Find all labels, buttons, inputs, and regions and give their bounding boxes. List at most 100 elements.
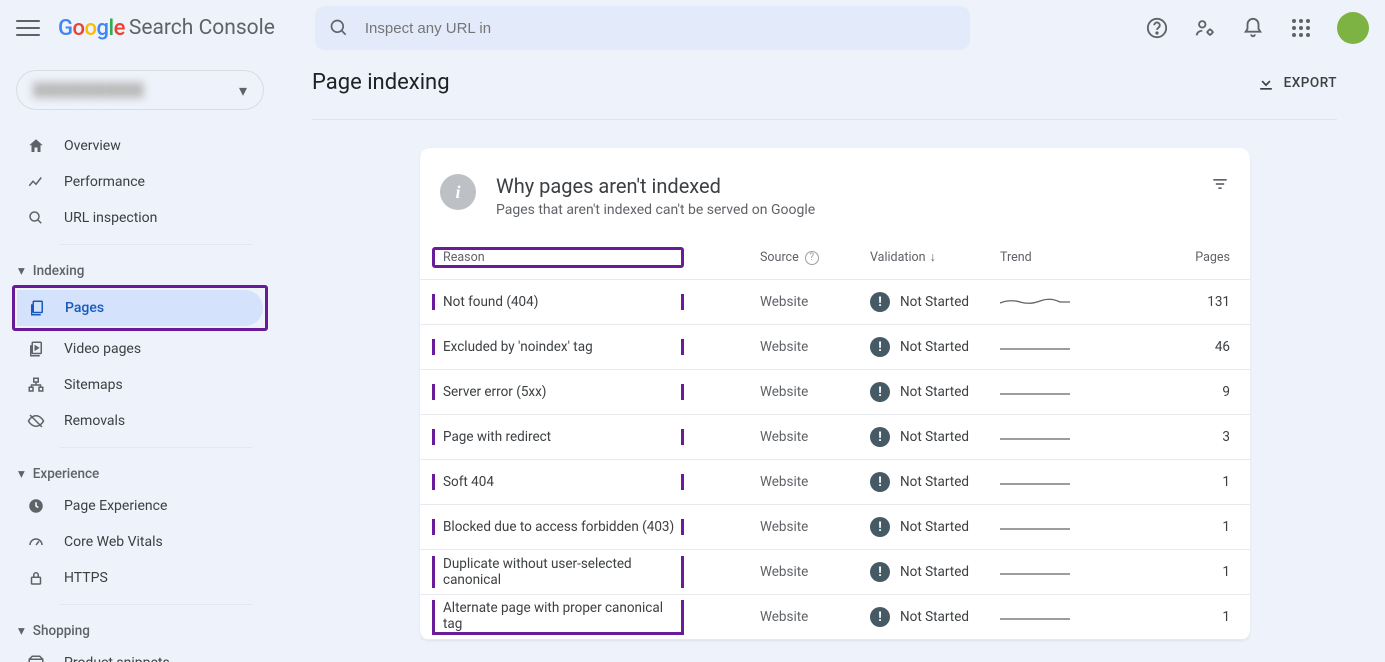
sitemaps-icon xyxy=(26,376,46,394)
users-settings-icon[interactable] xyxy=(1193,16,1217,40)
export-button[interactable]: EXPORT xyxy=(1256,73,1337,93)
url-inspect-searchbar[interactable] xyxy=(315,6,970,50)
validation-cell: ! Not Started xyxy=(870,292,1000,312)
chevron-down-icon: ▾ xyxy=(18,263,25,279)
source-text: Website xyxy=(760,519,870,535)
annotation-highlight: Pages xyxy=(12,285,268,331)
nav-sitemaps[interactable]: Sitemaps xyxy=(16,367,264,403)
validation-text: Not Started xyxy=(900,609,969,625)
pages-count: 1 xyxy=(1120,519,1230,535)
validation-text: Not Started xyxy=(900,384,969,400)
table-row[interactable]: Soft 404 Website ! Not Started 1 xyxy=(420,460,1250,505)
nav-product-snippets[interactable]: Product snippets xyxy=(16,645,264,662)
validation-cell: ! Not Started xyxy=(870,472,1000,492)
col-reason-label: Reason xyxy=(443,250,485,265)
nav-label: Page Experience xyxy=(64,498,167,514)
exclamation-icon: ! xyxy=(870,517,890,537)
nav-overview[interactable]: Overview xyxy=(16,128,264,164)
table-row[interactable]: Excluded by 'noindex' tag Website ! Not … xyxy=(420,325,1250,370)
section-label: Shopping xyxy=(33,623,90,639)
annotation-highlight: Not found (404) xyxy=(432,294,684,310)
validation-cell: ! Not Started xyxy=(870,517,1000,537)
table-row[interactable]: Alternate page with proper canonical tag… xyxy=(420,595,1250,640)
table-row[interactable]: Duplicate without user-selected canonica… xyxy=(420,550,1250,595)
nav-label: Sitemaps xyxy=(64,377,123,393)
chevron-down-icon: ▾ xyxy=(239,81,247,100)
source-text: Website xyxy=(760,339,870,355)
annotation-highlight: Reason xyxy=(432,247,684,268)
trend-icon xyxy=(26,173,46,191)
trend-sparkline xyxy=(1000,385,1120,399)
validation-cell: ! Not Started xyxy=(870,382,1000,402)
col-source-label: Source xyxy=(760,250,799,265)
pages-count: 131 xyxy=(1120,294,1230,310)
reason-text: Alternate page with proper canonical tag xyxy=(443,600,681,632)
nav-removals[interactable]: Removals xyxy=(16,403,264,439)
table-row[interactable]: Server error (5xx) Website ! Not Started… xyxy=(420,370,1250,415)
exclamation-icon: ! xyxy=(870,562,890,582)
pages-icon xyxy=(27,299,47,317)
export-label: EXPORT xyxy=(1284,75,1337,91)
menu-button[interactable] xyxy=(16,16,40,40)
col-validation-header[interactable]: Validation ↓ xyxy=(870,250,1000,265)
trend-sparkline xyxy=(1000,565,1120,579)
nav-label: Video pages xyxy=(64,341,141,357)
validation-cell: ! Not Started xyxy=(870,427,1000,447)
help-icon[interactable] xyxy=(1145,16,1169,40)
nav-section-experience[interactable]: ▾ Experience xyxy=(16,456,264,488)
trend-sparkline xyxy=(1000,610,1120,624)
nav-section-indexing[interactable]: ▾ Indexing xyxy=(16,253,264,285)
nav-core-web-vitals[interactable]: Core Web Vitals xyxy=(16,524,264,560)
info-icon: i xyxy=(440,174,476,210)
annotation-highlight: Duplicate without user-selected canonica… xyxy=(432,556,684,588)
download-icon xyxy=(1256,73,1276,93)
home-icon xyxy=(26,137,46,155)
nav-https[interactable]: HTTPS xyxy=(16,560,264,596)
table-row[interactable]: Blocked due to access forbidden (403) We… xyxy=(420,505,1250,550)
removals-icon xyxy=(26,412,46,430)
nav-page-experience[interactable]: Page Experience xyxy=(16,488,264,524)
col-trend-label: Trend xyxy=(1000,250,1032,265)
lock-icon xyxy=(26,569,46,587)
property-selector[interactable]: ████████████ ▾ xyxy=(16,70,264,110)
source-text: Website xyxy=(760,474,870,490)
chevron-down-icon: ▾ xyxy=(18,466,25,482)
nav-pages[interactable]: Pages xyxy=(17,290,263,326)
nav-label: Product snippets xyxy=(64,655,170,662)
validation-text: Not Started xyxy=(900,564,969,580)
table-row[interactable]: Page with redirect Website ! Not Started… xyxy=(420,415,1250,460)
nav-label: Core Web Vitals xyxy=(64,534,163,550)
trend-sparkline xyxy=(1000,430,1120,444)
source-text: Website xyxy=(760,429,870,445)
source-text: Website xyxy=(760,294,870,310)
exclamation-icon: ! xyxy=(870,292,890,312)
section-label: Experience xyxy=(33,466,99,482)
pages-count: 1 xyxy=(1120,609,1230,625)
apps-grid-icon[interactable] xyxy=(1289,16,1313,40)
main-content: Page indexing EXPORT i Why pages aren't … xyxy=(280,56,1385,662)
search-icon xyxy=(26,209,46,227)
reason-text: Duplicate without user-selected canonica… xyxy=(443,556,681,588)
pages-count: 3 xyxy=(1120,429,1230,445)
validation-cell: ! Not Started xyxy=(870,562,1000,582)
filter-button[interactable] xyxy=(1210,174,1230,198)
page-title: Page indexing xyxy=(312,70,450,95)
pages-count: 1 xyxy=(1120,474,1230,490)
nav-url-inspection[interactable]: URL inspection xyxy=(16,200,264,236)
account-avatar[interactable] xyxy=(1337,12,1369,44)
nav-video-pages[interactable]: Video pages xyxy=(16,331,264,367)
help-icon[interactable]: ? xyxy=(805,251,819,265)
col-validation-label: Validation xyxy=(870,250,926,265)
table-row[interactable]: Not found (404) Website ! Not Started 13… xyxy=(420,280,1250,325)
nav-performance[interactable]: Performance xyxy=(16,164,264,200)
validation-text: Not Started xyxy=(900,294,969,310)
source-text: Website xyxy=(760,609,870,625)
search-input[interactable] xyxy=(365,20,956,37)
product-logo[interactable]: Google Search Console xyxy=(58,16,275,41)
exclamation-icon: ! xyxy=(870,607,890,627)
reason-text: Server error (5xx) xyxy=(443,384,547,400)
nav-section-shopping[interactable]: ▾ Shopping xyxy=(16,613,264,645)
google-logo: Google xyxy=(58,16,125,41)
trend-sparkline xyxy=(1000,340,1120,354)
notifications-icon[interactable] xyxy=(1241,16,1265,40)
